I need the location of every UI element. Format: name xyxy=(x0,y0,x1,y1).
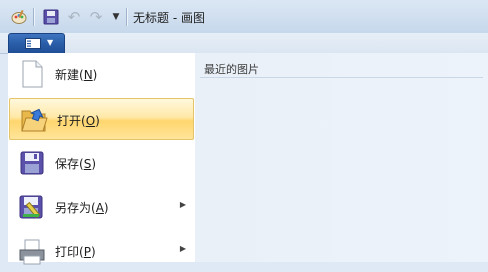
quick-access-separator xyxy=(33,8,34,26)
save-icon[interactable] xyxy=(43,9,59,25)
recent-pictures-title: 最近的图片 xyxy=(204,63,259,76)
app-menu-icon xyxy=(25,38,41,49)
chevron-down-icon: ▼ xyxy=(47,38,54,47)
save-as-icon xyxy=(17,192,47,222)
customize-dropdown-icon[interactable]: ▼ xyxy=(108,9,124,25)
menu-item-label: 新建(N) xyxy=(55,68,98,82)
recent-pictures-panel: 最近的图片 xyxy=(195,53,488,262)
save-icon xyxy=(17,148,47,178)
redo-icon[interactable]: ↷ xyxy=(88,8,104,26)
menu-item-save[interactable]: 保存(S) xyxy=(8,142,193,184)
undo-icon[interactable]: ↶ xyxy=(66,8,82,26)
title-separator xyxy=(126,8,127,26)
menu-item-label: 保存(S) xyxy=(55,157,96,171)
menu-item-label: 打印(P) xyxy=(55,245,96,259)
paint-app-icon[interactable] xyxy=(11,9,27,25)
divider xyxy=(200,77,483,78)
ribbon-tab-row xyxy=(0,33,488,54)
chevron-right-icon: ▶ xyxy=(179,200,186,209)
menu-item-new[interactable]: 新建(N) xyxy=(8,53,193,95)
menu-item-print[interactable]: 打印(P) ▶ xyxy=(8,230,193,272)
menu-item-open[interactable]: 打开(O) xyxy=(9,98,194,140)
menu-item-save-as[interactable]: 另存为(A) ▶ xyxy=(8,186,193,228)
new-file-icon xyxy=(17,59,47,89)
window-title: 无标题 - 画图 xyxy=(133,11,205,25)
chevron-right-icon: ▶ xyxy=(179,244,186,253)
app-menu-button[interactable]: ▼ xyxy=(8,33,65,53)
menu-item-label: 打开(O) xyxy=(57,114,100,128)
app-menu-list: 新建(N) 打开(O) 保存(S) 另存为(A) ▶ 打印(P) ▶ xyxy=(8,53,196,265)
menu-item-label: 另存为(A) xyxy=(55,201,109,215)
open-folder-icon xyxy=(19,105,49,135)
title-bar: ↶ ↷ ▼ 无标题 - 画图 xyxy=(0,0,488,33)
